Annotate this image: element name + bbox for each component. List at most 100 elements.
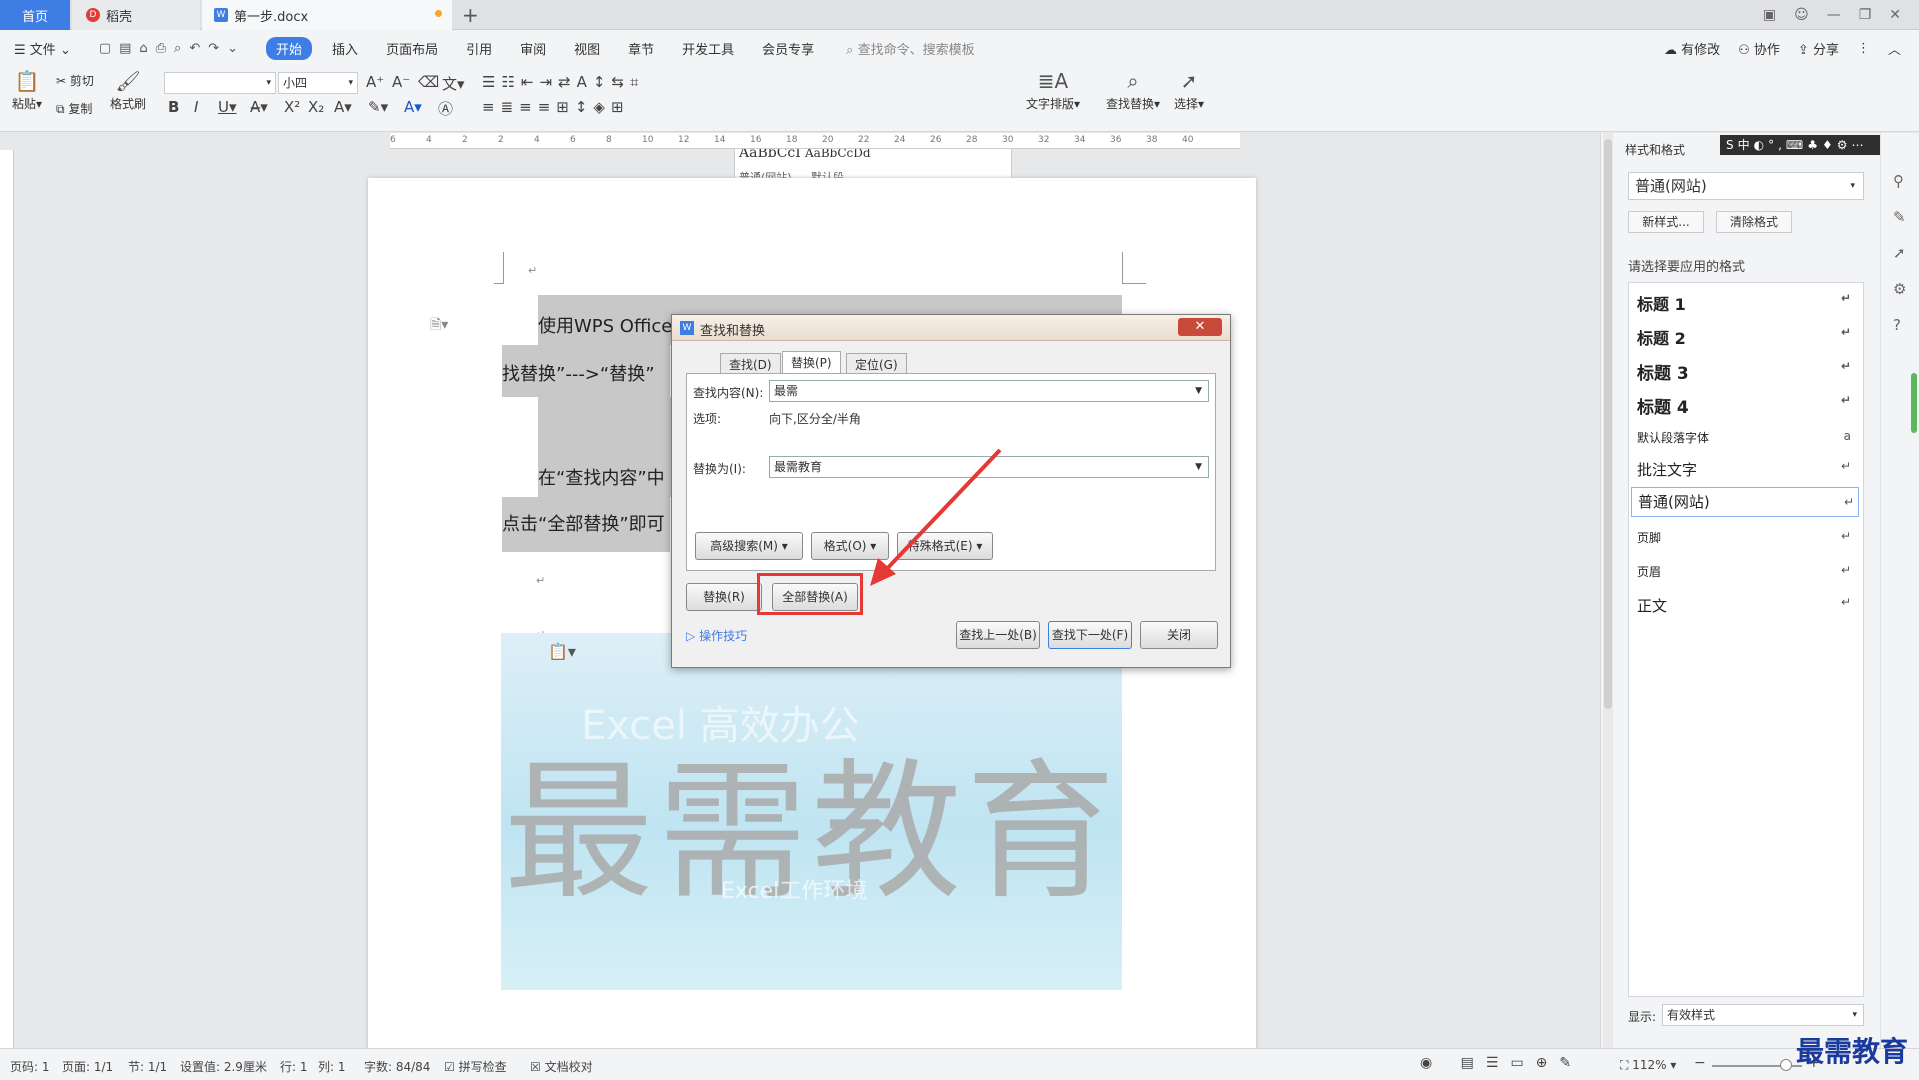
style-heading-4[interactable]: 标题 4 ↵ xyxy=(1637,393,1855,418)
style-footer[interactable]: 页脚 ↵ xyxy=(1637,529,1855,546)
file-menu[interactable]: ☰ 文件 ⌄ xyxy=(14,39,71,58)
tab-home[interactable]: 首页 xyxy=(0,0,70,30)
pointer-icon[interactable]: ➚ xyxy=(1893,235,1906,271)
status-section[interactable]: 节: 1/1 xyxy=(128,1058,167,1075)
style-default-font[interactable]: 默认段落字体 a xyxy=(1637,429,1855,446)
italic-icon[interactable]: I xyxy=(194,98,198,116)
zoom-value-button[interactable]: ⛶ 112% ▾ xyxy=(1620,1058,1676,1073)
menu-start[interactable]: 开始 xyxy=(266,36,313,60)
quick-access-icons[interactable]: ▢▤⌂⎙⌕↶↷⌄ xyxy=(99,41,246,56)
style-header[interactable]: 页眉 ↵ xyxy=(1637,563,1855,580)
style-heading-2[interactable]: 标题 2 ↵ xyxy=(1637,325,1855,349)
grow-font-icon[interactable]: A⁺ xyxy=(366,73,384,91)
menu-chapter[interactable]: 章节 xyxy=(628,39,654,58)
menu-developer[interactable]: 开发工具 xyxy=(682,39,734,58)
side-scroll-indicator[interactable] xyxy=(1911,373,1917,433)
paragraph-icons-row1[interactable]: ☰☷⇤⇥⇄A↕⇆⌗ xyxy=(482,73,644,91)
menu-page-layout[interactable]: 页面布局 xyxy=(386,39,438,58)
strikethrough-icon[interactable]: A̶▾ xyxy=(250,98,268,116)
status-col[interactable]: 列: 1 xyxy=(318,1058,346,1075)
bold-icon[interactable]: B xyxy=(168,98,179,116)
text-effect-icon[interactable]: A▾ xyxy=(334,98,352,116)
find-previous-button[interactable]: 查找上一处(B) xyxy=(956,621,1040,649)
chevron-down-icon[interactable]: ▼ xyxy=(1195,457,1202,477)
doc-line-3[interactable]: 在“查找内容”中 xyxy=(538,464,665,490)
font-name-select[interactable]: ▾ xyxy=(164,72,276,94)
style-heading-1[interactable]: 标题 1 ↵ xyxy=(1637,291,1855,315)
new-style-button[interactable]: 新样式... xyxy=(1628,211,1704,233)
advanced-search-button[interactable]: 高级搜索(M) ▾ xyxy=(695,532,803,560)
vertical-ruler[interactable] xyxy=(0,150,14,1048)
collapse-ribbon-icon[interactable]: ︿ xyxy=(1888,39,1901,58)
doc-line-1[interactable]: 使用WPS Office xyxy=(538,312,672,338)
paste-button[interactable]: 📋 粘贴▾ xyxy=(12,70,42,112)
current-style-select[interactable]: 普通(网站) ▾ xyxy=(1628,172,1864,200)
style-heading-3[interactable]: 标题 3 ↵ xyxy=(1637,359,1855,384)
doc-line-4[interactable]: 点击“全部替换”即可 xyxy=(502,510,665,536)
close-dialog-button[interactable]: 关闭 xyxy=(1140,621,1218,649)
spell-check-button[interactable]: ☑ 拼写检查 xyxy=(444,1058,507,1075)
share-button[interactable]: ⇪ 分享 xyxy=(1798,39,1839,58)
ime-toolbar[interactable]: S中◐°,⌨♣♦⚙⋯ xyxy=(1720,135,1880,155)
subscript-icon[interactable]: X₂ xyxy=(308,98,324,116)
modified-button[interactable]: ☁ 有修改 xyxy=(1664,39,1720,58)
highlight-icon[interactable]: ✎▾ xyxy=(368,98,388,116)
menu-references[interactable]: 引用 xyxy=(466,39,492,58)
restore-button[interactable]: ❐ xyxy=(1859,7,1872,23)
minimize-button[interactable]: — xyxy=(1827,7,1841,23)
view-mode-icons[interactable]: ◉ ▤☰▭⊕✎ xyxy=(1420,1055,1583,1071)
menu-view[interactable]: 视图 xyxy=(574,39,600,58)
dialog-titlebar[interactable]: W 查找和替换 ✕ xyxy=(672,315,1230,341)
cut-button[interactable]: ✂ 剪切 xyxy=(56,72,94,89)
status-row[interactable]: 行: 1 xyxy=(280,1058,308,1075)
pin-icon[interactable]: ⚲ xyxy=(1893,163,1906,199)
tab-find[interactable]: 查找(D) xyxy=(720,353,781,373)
format-painter-button[interactable]: 🖌 格式刷 xyxy=(110,70,146,112)
paragraph-icons-row2[interactable]: ≡≣≡≡⊞↕◈⊞ xyxy=(482,98,630,116)
text-layout-button[interactable]: ≣A 文字排版▾ xyxy=(1026,70,1080,112)
dialog-close-icon[interactable]: ✕ xyxy=(1178,318,1222,336)
char-border-icon[interactable]: Ⓐ xyxy=(438,98,453,119)
menu-insert[interactable]: 插入 xyxy=(332,39,358,58)
status-setting[interactable]: 设置值: 2.9厘米 xyxy=(180,1058,267,1075)
replace-button[interactable]: 替换(R) xyxy=(686,583,762,611)
new-tab-button[interactable]: + xyxy=(462,3,479,27)
tab-document[interactable]: W 第一步.docx xyxy=(202,0,452,30)
show-style-select[interactable]: 有效样式 ▾ xyxy=(1662,1004,1864,1026)
menu-review[interactable]: 审阅 xyxy=(520,39,546,58)
doc-line-2[interactable]: 找替换”--->“替换” xyxy=(502,360,655,386)
select-button[interactable]: ➚ 选择▾ xyxy=(1174,70,1204,112)
style-comment-text[interactable]: 批注文字 ↵ xyxy=(1637,459,1855,480)
avatar[interactable]: ☺ xyxy=(1794,7,1809,23)
document-image[interactable]: Excel 高效办公 最需教育 Excel工作环境 xyxy=(501,633,1122,990)
proofread-button[interactable]: ☒ 文档校对 xyxy=(530,1058,593,1075)
style-edit-icon[interactable]: ✎ xyxy=(1893,199,1906,235)
status-page-num[interactable]: 页码: 1 xyxy=(10,1058,50,1075)
panel-title[interactable]: 样式和格式 xyxy=(1625,141,1685,158)
tab-goto[interactable]: 定位(G) xyxy=(846,353,907,373)
doc-icon[interactable]: 🗎▾ xyxy=(430,314,448,338)
underline-icon[interactable]: U▾ xyxy=(218,98,237,116)
scrollbar-thumb[interactable] xyxy=(1604,139,1612,709)
zoom-out-icon[interactable]: − xyxy=(1694,1055,1706,1071)
clear-format-button[interactable]: 清除格式 xyxy=(1716,211,1792,233)
find-input[interactable]: 最需 ▼ xyxy=(769,380,1209,402)
menu-member[interactable]: 会员专享 xyxy=(762,39,814,58)
font-size-select[interactable]: 小四 ▾ xyxy=(278,72,358,94)
style-body[interactable]: 正文 ↵ xyxy=(1637,595,1855,616)
find-replace-button[interactable]: ⌕ 查找替换▾ xyxy=(1106,70,1160,112)
tab-daoke[interactable]: D 稻壳 xyxy=(72,0,200,30)
superscript-icon[interactable]: X² xyxy=(284,98,300,116)
clear-format-icon[interactable]: ⌫ xyxy=(418,73,439,91)
tips-link[interactable]: ▷ 操作技巧 xyxy=(686,627,747,644)
command-search[interactable]: ⌕ 查找命令、搜索模板 xyxy=(846,39,974,58)
font-color-icon[interactable]: A▾ xyxy=(404,98,422,116)
tab-replace[interactable]: 替换(P) xyxy=(782,351,841,373)
close-window-button[interactable]: ✕ xyxy=(1889,7,1901,23)
find-next-button[interactable]: 查找下一处(F) xyxy=(1048,621,1132,649)
page-count-icon[interactable]: ▣ xyxy=(1763,7,1776,23)
shrink-font-icon[interactable]: A⁻ xyxy=(392,73,410,91)
horizontal-ruler[interactable]: 6 4 2 2 4 6 8 10 12 14 16 18 20 22 24 26 28 30 32 34 36 38 40 xyxy=(390,133,1240,149)
settings-icon[interactable]: ⚙ xyxy=(1893,271,1906,307)
paste-options-icon[interactable]: 📋▾ xyxy=(548,642,576,661)
